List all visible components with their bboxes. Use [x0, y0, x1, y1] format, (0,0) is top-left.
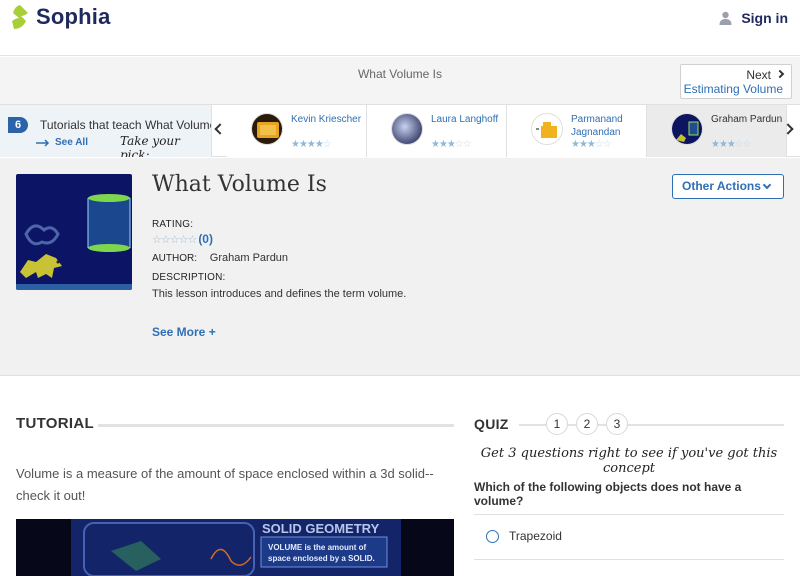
tutorials-strip: 6 Tutorials that teach What Volume Is Se…: [0, 105, 800, 157]
tutorial-count-badge: 6: [8, 117, 28, 133]
tutorial-rating-stars: ★★★☆☆: [431, 139, 472, 150]
quiz-step-2[interactable]: 2: [576, 413, 598, 435]
radio-button[interactable]: [486, 530, 499, 543]
tutorial-author-name: Laura Langhoff: [431, 114, 499, 125]
see-all-link[interactable]: See All: [36, 137, 88, 148]
arrow-right-icon: [36, 138, 50, 147]
lesson-title: What Volume Is: [152, 172, 327, 197]
tutorial-card-laura-langhoff[interactable]: Laura Langhoff ★★★☆☆: [367, 105, 507, 157]
rating-count[interactable]: (0): [198, 232, 213, 246]
person-icon: [719, 11, 732, 25]
sign-in-label: Sign in: [741, 10, 788, 26]
tutorial-video-player[interactable]: SOLID GEOMETRY VOLUME is the amount of s…: [16, 519, 454, 576]
strip-prev-icon[interactable]: [214, 123, 226, 135]
rating-label: RATING:: [152, 219, 194, 230]
lesson-thumbnail: [16, 174, 132, 290]
tutorial-rating-stars: ★★★☆☆: [711, 139, 752, 150]
tutorial-divider: [98, 424, 454, 427]
tutorials-strip-header: 6 Tutorials that teach What Volume Is Se…: [0, 105, 212, 157]
sign-in-link[interactable]: Sign in: [719, 10, 788, 26]
chevron-right-icon: [775, 69, 785, 79]
author-name: Graham Pardun: [209, 252, 289, 264]
quiz-option-divider: [474, 559, 784, 560]
tutorial-rating-stars: ★★★☆☆: [571, 139, 612, 150]
site-header: Sophia Sign in: [0, 0, 800, 56]
video-title-text: SOLID GEOMETRY: [262, 521, 380, 536]
title-band: What Volume Is Next Estimating Volume: [0, 57, 800, 105]
quiz-heading: QUIZ: [474, 416, 509, 432]
tutorial-author-name: Parmanand Jagnandan: [571, 114, 623, 138]
rating-row: ☆☆☆☆☆ (0): [152, 232, 213, 246]
chevron-down-icon: [762, 180, 772, 190]
logo-text: Sophia: [36, 4, 111, 29]
tutorial-thumbnail: [671, 113, 703, 145]
author-label: AUTHOR:: [152, 253, 197, 264]
lesson-panel: What Volume Is Other Actions RATING: ☆☆☆…: [0, 158, 800, 376]
quiz-option-label: Trapezoid: [509, 529, 562, 543]
quiz-question: Which of the following objects does not …: [474, 480, 742, 508]
next-label: Next: [681, 68, 785, 82]
video-caption-line-1: VOLUME is the amount of: [268, 543, 367, 552]
tutorial-heading: TUTORIAL: [16, 415, 94, 432]
other-actions-dropdown[interactable]: Other Actions: [672, 174, 784, 199]
tutorial-thumbnail: [531, 113, 563, 145]
tutorial-thumbnail: [391, 113, 423, 145]
tutorial-author-name: Graham Pardun: [711, 114, 783, 125]
sophia-logo[interactable]: Sophia: [10, 4, 111, 30]
quiz-option-trapezoid[interactable]: Trapezoid: [474, 515, 784, 559]
rating-stars-empty[interactable]: ☆☆☆☆☆: [152, 233, 197, 246]
tutorial-rating-stars: ★★★★☆: [291, 139, 332, 150]
tutorial-card-parmanand-jagnandan[interactable]: Parmanand Jagnandan ★★★☆☆: [507, 105, 647, 157]
tutorial-intro-text: Volume is a measure of the amount of spa…: [16, 466, 434, 503]
description-text: This lesson introduces and defines the t…: [152, 288, 407, 300]
take-your-pick-label: Take your pick:: [120, 134, 180, 157]
sophia-logo-icon: [12, 5, 28, 29]
description-label: DESCRIPTION:: [152, 272, 226, 283]
video-caption-line-2: space enclosed by a SOLID.: [268, 554, 375, 563]
quiz-step-3[interactable]: 3: [606, 413, 628, 435]
tutorials-strip-title: Tutorials that teach What Volume Is: [40, 118, 212, 132]
tutorial-card-graham-pardun[interactable]: Graham Pardun ★★★☆☆: [647, 105, 787, 157]
author-row: AUTHOR: Graham Pardun: [152, 252, 288, 264]
see-more-link[interactable]: See More +: [152, 325, 216, 339]
quiz-hint: Get 3 questions right to see if you've g…: [480, 446, 778, 476]
next-tutorial-button[interactable]: Next Estimating Volume: [680, 64, 792, 99]
tutorial-author-name: Kevin Kriescher: [291, 114, 362, 125]
tutorial-thumbnail: [251, 113, 283, 145]
tutorial-card-kevin-kriescher[interactable]: Kevin Kriescher ★★★★☆: [227, 105, 367, 157]
next-tutorial-title: Estimating Volume: [683, 82, 783, 96]
quiz-step-1[interactable]: 1: [546, 413, 568, 435]
